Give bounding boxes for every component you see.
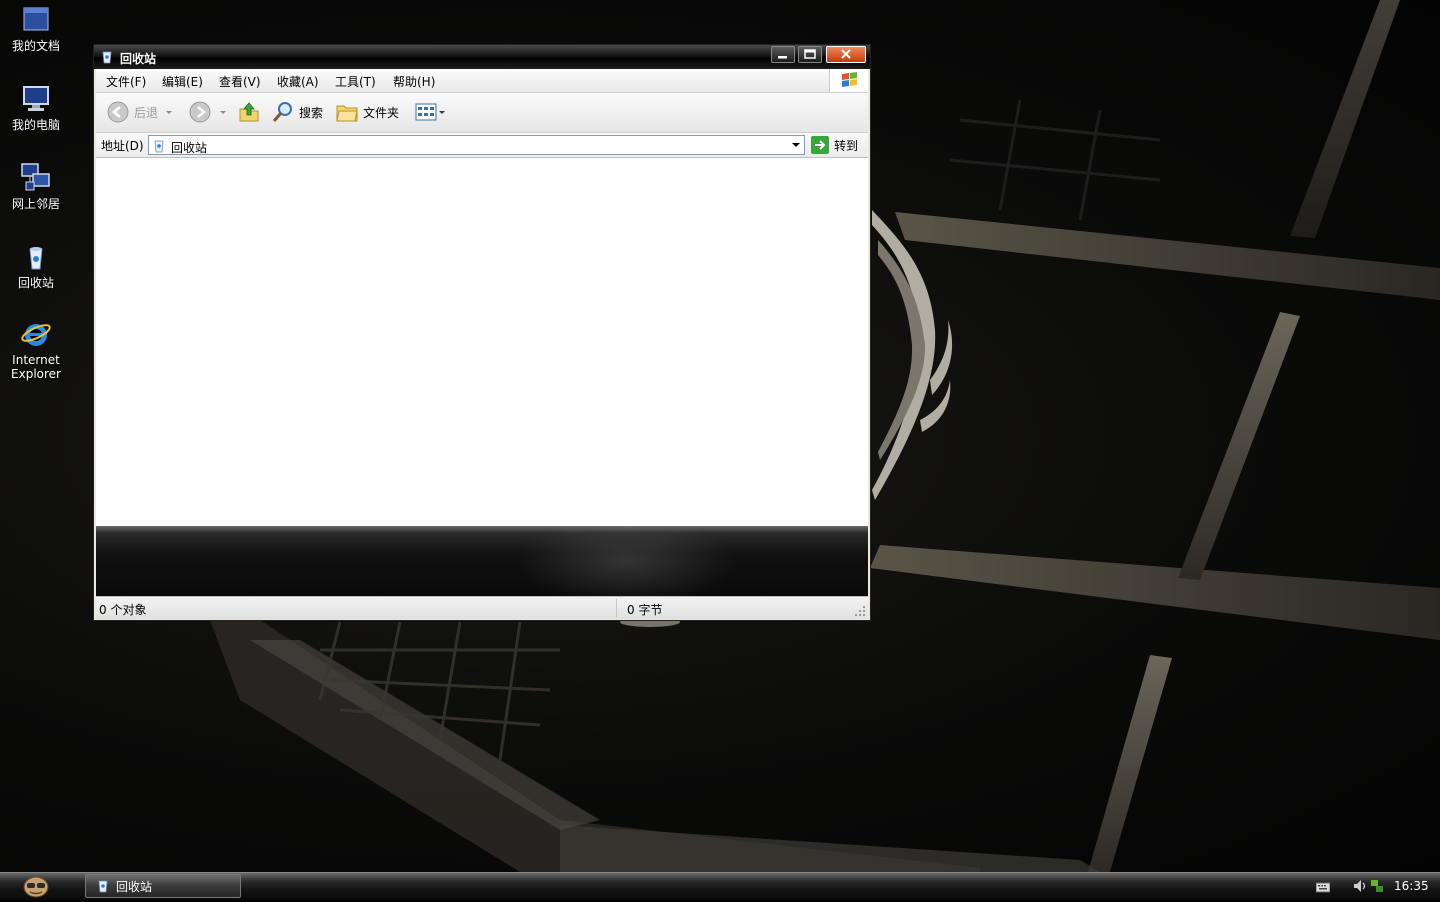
status-bar: 0 个对象 0 字节 [96,596,868,619]
views-icon [415,103,437,121]
address-bar: 地址(D) 回收站 转到 [96,133,868,158]
taskbar-item-recycle-bin[interactable]: 回收站 [85,874,241,898]
keyboard-icon[interactable] [1316,881,1330,893]
folders-label: 文件夹 [363,105,400,120]
menu-file[interactable]: 文件(F) [106,73,146,90]
maximize-button[interactable] [798,46,822,63]
resize-grip-icon[interactable] [854,605,866,617]
desktop-icon-label: 网上邻居 [11,197,60,211]
title-bar[interactable]: 回收站 [94,45,870,69]
search-button[interactable]: 搜索 [271,100,323,124]
desktop-icon-label: 我的文档 [11,39,60,53]
address-label: 地址(D) [101,139,144,153]
folders-button[interactable]: 文件夹 [335,100,399,124]
desktop-icon-my-documents[interactable]: 我的文档 [0,4,72,53]
recycle-bin-icon [154,140,164,153]
minimize-icon [778,56,787,59]
file-list-area[interactable] [96,158,868,526]
folders-icon [336,105,358,122]
desktop-icon-internet-explorer[interactable]: Internet Explorer [0,318,72,381]
details-glow [516,526,736,596]
go-arrow-icon [811,136,829,154]
taskbar-item-label: 回收站 [116,879,153,894]
address-input[interactable]: 回收站 [148,135,805,155]
go-button[interactable]: 转到 [811,135,858,155]
back-label: 后退 [134,105,159,120]
menu-tools[interactable]: 工具(T) [335,73,376,90]
chevron-down-icon[interactable] [164,107,174,117]
start-orb-icon [23,876,49,898]
windows-logo-icon [829,69,868,92]
network-places-icon [20,162,52,194]
chevron-down-icon [439,111,445,114]
search-label: 搜索 [299,105,324,120]
close-button[interactable] [826,46,866,63]
desktop-icon-label: 我的电脑 [11,118,60,132]
back-arrow-icon [107,101,129,123]
address-value: 回收站 [171,141,208,155]
up-folder-icon [239,102,259,122]
taskbar: 回收站 16:35 [0,872,1440,900]
desktop-icon-my-computer[interactable]: 我的电脑 [0,83,72,132]
recycle-bin-icon [20,241,52,273]
desktop-icon-network-places[interactable]: 网上邻居 [0,162,72,211]
menu-edit[interactable]: 编辑(E) [162,73,203,90]
volume-icon[interactable] [1352,879,1368,893]
my-documents-icon [20,4,52,36]
forward-button[interactable] [188,100,228,124]
system-tray: 16:35 [1312,873,1440,900]
recycle-bin-icon [102,51,112,64]
search-icon [272,102,292,122]
menu-favorites[interactable]: 收藏(A) [277,73,319,90]
chevron-down-icon[interactable] [218,107,228,117]
views-button[interactable] [414,100,446,124]
address-dropdown-button[interactable] [787,136,804,154]
menu-bar: 文件(F) 编辑(E) 查看(V) 收藏(A) 工具(T) 帮助(H) [96,69,868,93]
details-pane [96,526,868,596]
up-folder-button[interactable] [237,100,261,124]
menu-help[interactable]: 帮助(H) [393,73,435,90]
minimize-button[interactable] [771,46,795,63]
back-button[interactable]: 后退 [106,100,174,124]
close-icon [841,49,851,59]
desktop-icon-label: Internet [12,353,60,367]
go-label: 转到 [834,138,859,153]
desktop-icon-recycle-bin[interactable]: 回收站 [0,241,72,290]
forward-arrow-icon [189,101,211,123]
maximize-icon [804,49,816,59]
desktop-icon-label: 回收站 [17,276,54,290]
recycle-bin-window: 回收站 文件(F) 编辑(E) 查看(V) 收藏(A) 工具(T) 帮助(H) [93,44,871,621]
recycle-bin-icon [98,880,108,893]
window-title: 回收站 [120,52,157,66]
status-divider [616,599,617,617]
start-button[interactable] [18,874,54,899]
clock[interactable]: 16:35 [1394,879,1429,893]
network-icon[interactable] [1370,879,1384,893]
my-computer-icon [20,83,52,115]
internet-explorer-icon [20,318,52,350]
status-size: 0 字节 [627,603,663,617]
desktop-icon-label: Explorer [11,367,61,381]
toolbar: 后退 搜索 文件夹 [96,93,868,133]
chevron-down-icon [791,143,800,147]
menu-view[interactable]: 查看(V) [219,73,261,90]
status-object-count: 0 个对象 [99,603,147,617]
